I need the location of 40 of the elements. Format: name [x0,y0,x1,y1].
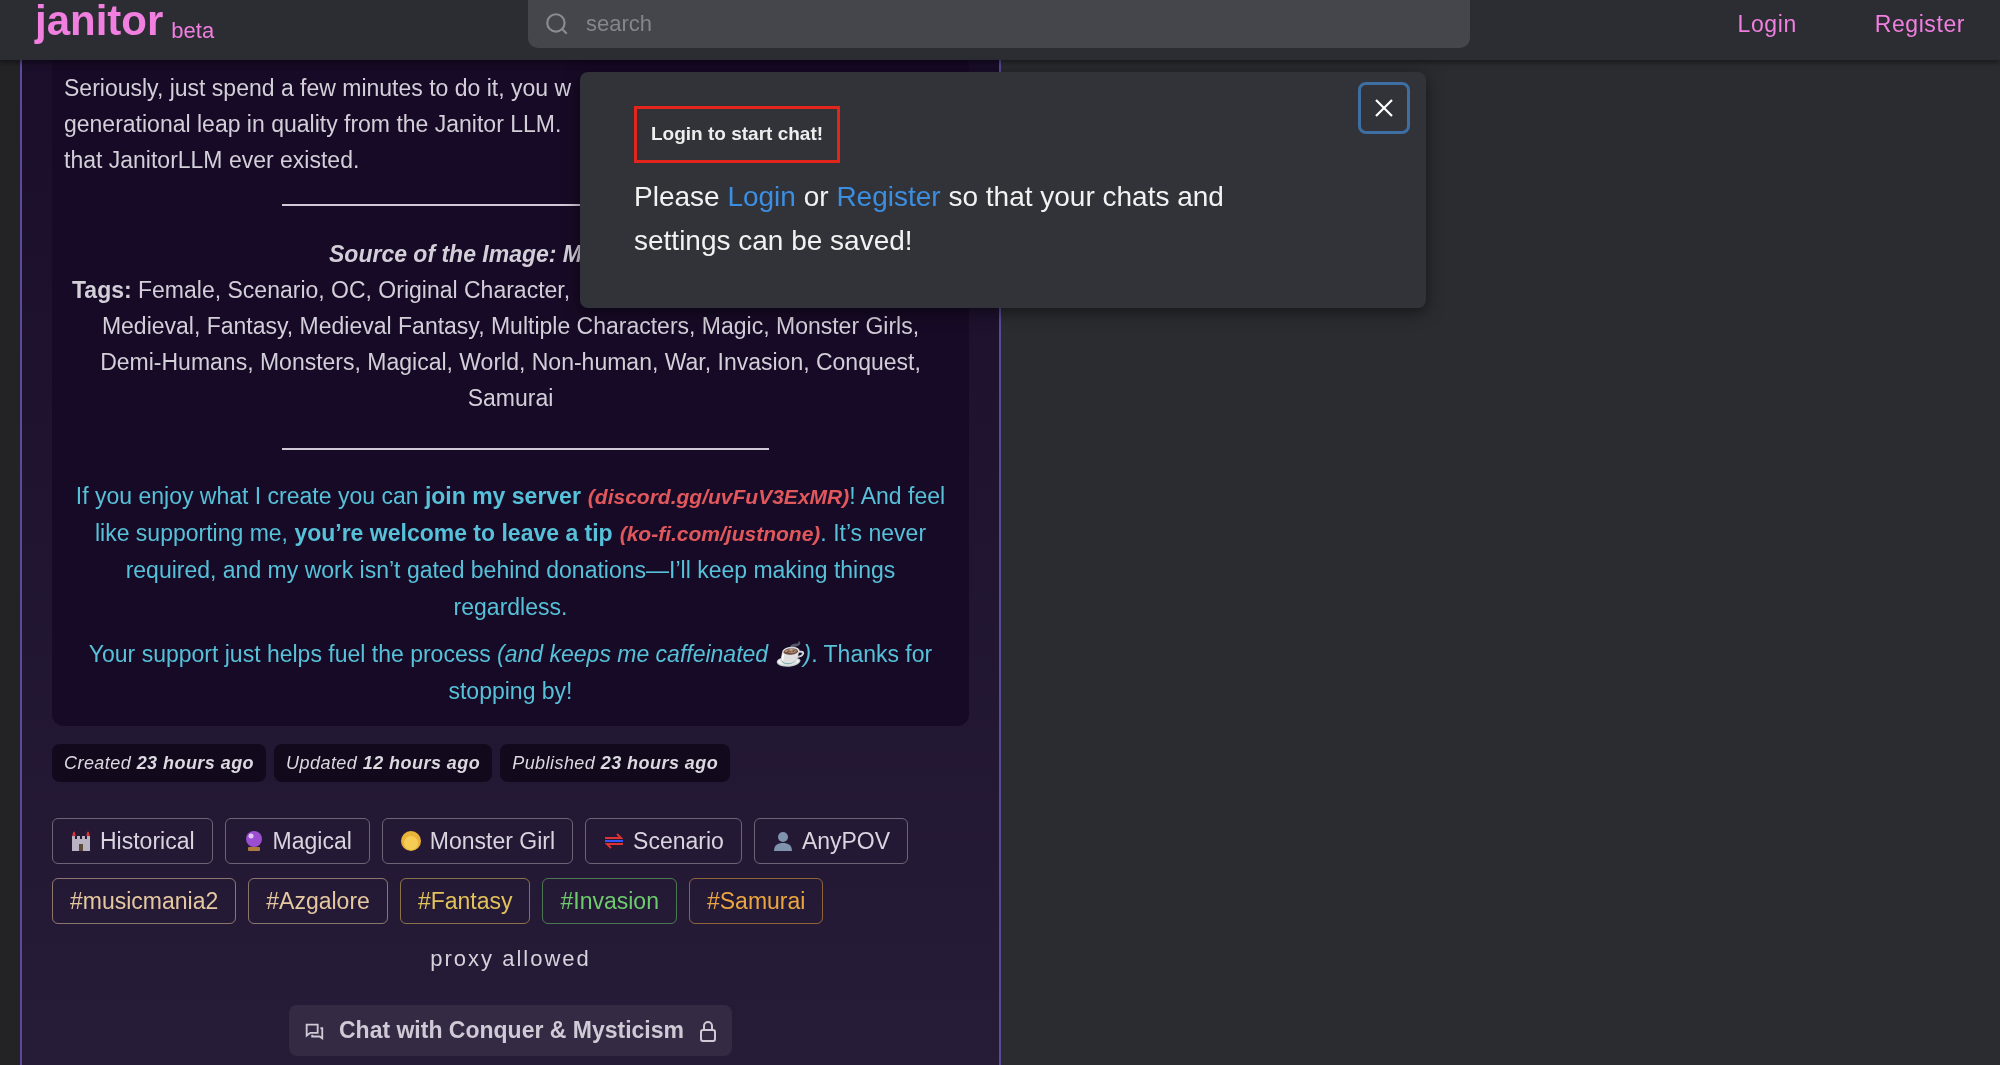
hashtag[interactable]: #Samurai [688,878,824,924]
support-link[interactable]: (ko-fi.com/justnone) [619,522,821,545]
date-chip: Created 23 hours ago [52,744,267,782]
date-chip: Updated 12 hours ago [274,744,493,782]
description-text: Seriously, just spend a few minutes to do it, you w [64,74,572,103]
tags-text: Tags: Female, Scenario, OC, Original Character, [72,276,571,305]
category-tag[interactable]: Scenario [585,818,742,864]
chat-button[interactable]: Chat with Conquer & Mysticism [288,1005,732,1056]
person-icon [771,830,794,852]
dialog-message: Please Login or Register so that your chats and settings can be saved! [634,179,1225,258]
hashtag[interactable]: #musicmania2 [52,878,237,924]
hashtag[interactable]: #Fantasy [399,878,531,924]
header-link[interactable]: Login [1737,6,1797,42]
dialog-title: Login to start chat! [634,106,841,163]
header-link[interactable]: Register [1874,6,1965,42]
beta-label: beta [171,20,215,42]
description-text: generational leap in quality from the Janitor LLM. [64,110,562,139]
close-icon [1373,97,1395,119]
category-tag[interactable]: Historical [52,818,213,864]
category-tag[interactable]: AnyPOV [753,818,909,864]
close-button[interactable] [1358,82,1410,134]
tags-text: Samurai [467,384,554,413]
castle-icon [70,830,92,852]
support-paragraph: Your support just helps fuel the process (and keeps me caffeinated ☕). Thanks for stopping by! [87,640,934,706]
logo[interactable]: janitor [35,0,164,42]
search-field[interactable]: search [528,0,1470,48]
hashtag[interactable]: #Azgalore [248,878,388,924]
category-tag[interactable]: Magical [224,818,370,864]
category-tag[interactable]: Monster Girl [381,818,574,864]
support-link[interactable]: (discord.gg/uvFuV3ExMR) [587,485,850,508]
date-chip: Published 23 hours ago [500,744,731,782]
description-text: that JanitorLLM ever existed. [64,146,360,175]
modal-link[interactable]: Login [727,180,796,212]
tags-text: Demi-Humans, Monsters, Magical, World, Non-human, War, Invasion, Conquest, [100,348,921,377]
proxy-note: proxy allowed [430,945,591,973]
modal-link[interactable]: Register [836,180,941,212]
support-paragraph: If you enjoy what I create you can join my server (discord.gg/uvFuV3ExMR)! And feel like supporting me, you’re welcome to leave a tip (ko-fi.com/justnone). It’s never required, and my work isn’t gated behind donations—I’ll keep making things regardless. [74,482,947,622]
search-icon [544,11,570,37]
tags-text: Medieval, Fantasy, Medieval Fantasy, Multiple Characters, Magic, Monster Girls, [101,312,920,341]
hashtag[interactable]: #Invasion [542,878,677,924]
